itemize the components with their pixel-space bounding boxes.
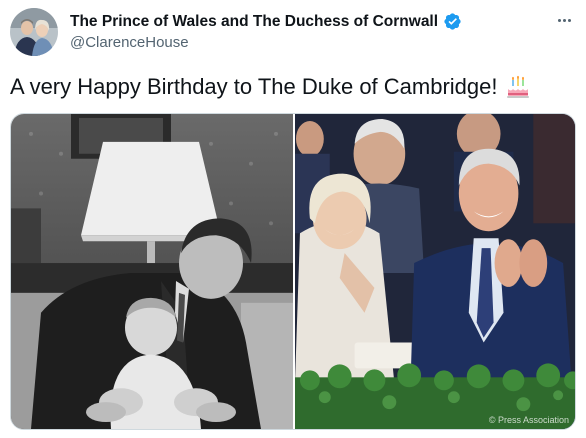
verified-badge-icon bbox=[444, 13, 461, 30]
tweet-card: The Prince of Wales and The Duchess of C… bbox=[0, 0, 586, 438]
author-avatar[interactable] bbox=[10, 8, 58, 56]
photo-1-image bbox=[11, 114, 293, 429]
author-name-row: The Prince of Wales and The Duchess of C… bbox=[70, 12, 462, 31]
author-display-name[interactable]: The Prince of Wales and The Duchess of C… bbox=[70, 13, 438, 31]
author-handle[interactable]: @ClarenceHouse bbox=[70, 34, 189, 51]
photo-watermark: © Press Association bbox=[488, 415, 569, 425]
tweet-text-row: A very Happy Birthday to The Duke of Cam… bbox=[10, 74, 531, 100]
birthday-cake-icon bbox=[506, 75, 529, 98]
more-options-icon[interactable] bbox=[551, 10, 577, 30]
avatar-photo bbox=[10, 8, 58, 56]
tweet-media: © Press Association bbox=[10, 113, 576, 430]
photo-2-image bbox=[295, 114, 575, 429]
photo-1[interactable] bbox=[11, 114, 293, 429]
tweet-text: A very Happy Birthday to The Duke of Cam… bbox=[10, 74, 498, 99]
photo-2[interactable]: © Press Association bbox=[295, 114, 575, 429]
